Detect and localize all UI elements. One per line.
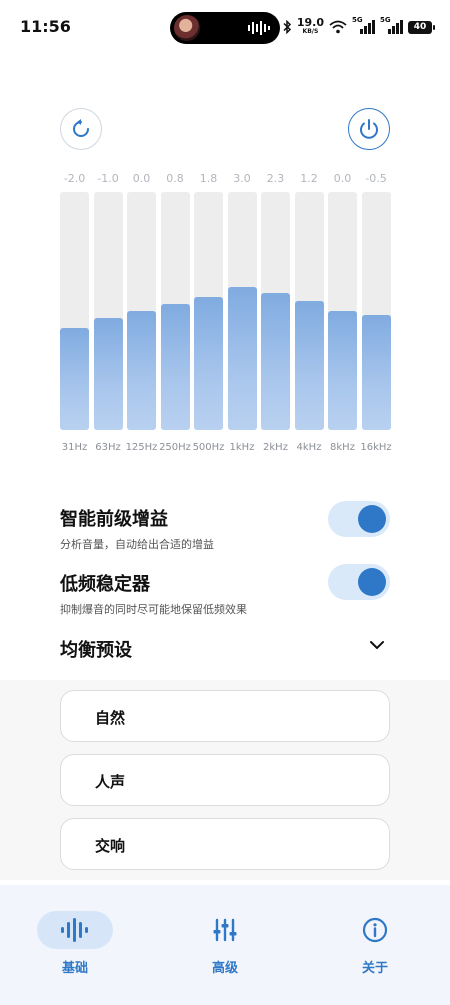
network-type-2: 5G (380, 16, 391, 24)
status-time: 11:56 (20, 17, 71, 36)
wifi-icon (329, 20, 347, 34)
preset-item[interactable]: 人声 (60, 754, 390, 806)
eq-band[interactable]: 0.0 8kHz (328, 172, 357, 457)
eq-slider-track[interactable] (127, 192, 156, 430)
dynamic-island[interactable] (170, 12, 280, 44)
nav-label: 高级 (211, 961, 238, 976)
eq-slider-track[interactable] (227, 192, 257, 430)
eq-slider-fill (93, 318, 123, 430)
eq-band[interactable]: 2.3 2kHz (261, 172, 290, 457)
chevron-down-icon (370, 641, 384, 649)
smart-gain-setting: 智能前级增益 分析音量，自动给出合适的增益 (60, 501, 390, 551)
eq-band[interactable]: -1.0 63Hz (93, 172, 123, 457)
toggle-knob (358, 505, 386, 533)
preset-label: 自然 (95, 709, 126, 727)
eq-slider-track[interactable] (294, 192, 324, 430)
audio-wave-icon (248, 21, 270, 35)
speed-value: 19.0 (296, 16, 324, 29)
eq-band[interactable]: 0.0 125Hz (126, 172, 158, 457)
eq-band[interactable]: -2.0 31Hz (60, 172, 89, 457)
eq-slider-fill (227, 287, 257, 430)
network-speed: 19.0 KB/S (296, 16, 324, 36)
eq-slider-track[interactable] (160, 192, 190, 430)
preset-label: 人声 (95, 773, 126, 791)
network-type: 5G (352, 16, 363, 24)
eq-slider-track[interactable] (60, 192, 89, 430)
battery-icon: 40 (408, 20, 435, 34)
bluetooth-icon (283, 20, 291, 34)
eq-slider-track[interactable] (194, 192, 223, 430)
preset-title: 均衡预设 (60, 640, 132, 661)
eq-slider-track[interactable] (261, 192, 290, 430)
power-button[interactable] (348, 108, 390, 150)
nav-tab-about[interactable]: 关于 (325, 911, 425, 981)
speed-unit: KB/S (302, 28, 319, 35)
bottom-nav: 基础 高级 关于 (0, 885, 450, 1005)
nav-label: 关于 (361, 961, 388, 976)
eq-slider-fill (328, 311, 357, 430)
eq-band[interactable]: 1.8 500Hz (193, 172, 225, 457)
equalizer: -2.0 31Hz -1.0 63Hz 0.0 125Hz 0.8 250Hz 1.8 500Hz… (60, 172, 392, 457)
status-indicators: 19.0 KB/S 5G 5G 40 (283, 16, 435, 37)
signal-icon: 5G (352, 16, 375, 34)
nav-label: 基础 (61, 961, 88, 976)
signal-icon-2: 5G (380, 16, 403, 34)
eq-band[interactable]: 0.8 250Hz (159, 172, 191, 457)
refresh-icon (73, 119, 89, 137)
eq-band[interactable]: 3.0 1kHz (227, 172, 257, 457)
preset-header[interactable]: 均衡预设 (60, 636, 390, 661)
nav-icon-wrap (337, 911, 413, 949)
eq-band-value: -0.5 (365, 172, 387, 185)
bass-stabilizer-toggle[interactable] (328, 564, 390, 600)
waveform-icon (61, 918, 88, 942)
nav-tab-advanced[interactable]: 高级 (175, 911, 275, 981)
smart-gain-desc: 分析音量，自动给出合适的增益 (60, 538, 214, 551)
eq-slider-fill (294, 301, 324, 430)
eq-slider-fill (361, 314, 391, 430)
smart-gain-toggle[interactable] (328, 501, 390, 537)
preset-label: 交响 (95, 837, 126, 855)
eq-slider-fill (194, 296, 223, 430)
preset-list: 自然 人声 交响 (0, 680, 450, 880)
nav-icon-wrap (187, 911, 263, 949)
toggle-knob (358, 568, 386, 596)
eq-slider-fill (160, 303, 190, 430)
eq-band[interactable]: 1.2 4kHz (294, 172, 324, 457)
eq-band-frequency: 16kHz (360, 442, 392, 453)
eq-slider-fill (60, 327, 89, 430)
media-avatar (174, 15, 200, 41)
eq-band[interactable]: -0.5 16kHz (360, 172, 391, 457)
power-icon (360, 119, 378, 139)
nav-tab-basic[interactable]: 基础 (25, 911, 125, 981)
nav-icon-wrap (37, 911, 113, 949)
preset-item[interactable]: 自然 (60, 690, 390, 742)
sliders-icon (213, 918, 237, 942)
bass-stabilizer-setting: 低频稳定器 抑制爆音的同时尽可能地保留低频效果 (60, 564, 390, 616)
eq-slider-track[interactable] (328, 192, 357, 430)
info-icon (362, 917, 388, 943)
status-bar: 11:56 19.0 KB/S 5G 5G 40 (0, 0, 450, 54)
eq-slider-track[interactable] (93, 192, 123, 430)
preset-item[interactable]: 交响 (60, 818, 390, 870)
bass-stabilizer-desc: 抑制爆音的同时尽可能地保留低频效果 (60, 603, 247, 616)
reset-button[interactable] (60, 108, 102, 150)
eq-slider-fill (261, 293, 290, 430)
eq-slider-track[interactable] (361, 192, 391, 430)
eq-slider-fill (127, 311, 156, 430)
